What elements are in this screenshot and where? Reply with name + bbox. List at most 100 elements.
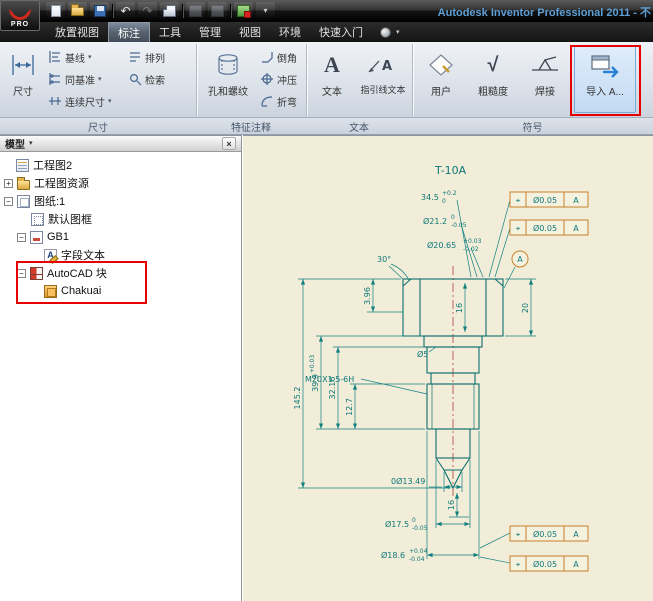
technical-drawing: T-10A 34.5 +0.2 0 Ø21.2 0 -0.05 Ø20.65 +… <box>243 136 653 601</box>
caret-down-icon: ▾ <box>263 6 267 15</box>
chamfer-label: 倒角 <box>277 50 297 65</box>
svg-text:-0.04: -0.04 <box>409 556 425 563</box>
close-panel-button[interactable]: × <box>222 137 236 150</box>
text-icon: A <box>324 49 340 81</box>
dimension-button[interactable]: 尺寸 <box>2 45 44 113</box>
svg-text:A: A <box>573 224 579 233</box>
user-symbol-button[interactable]: 用户 <box>418 45 464 113</box>
model-browser-panel: 模型 ▾ × ? 工程图2 + 工程图资源 − 图纸:1 默认图框 <box>0 135 242 601</box>
svg-text:⌖: ⌖ <box>516 560 521 569</box>
arrange-label: 排列 <box>145 50 165 65</box>
undo-button[interactable]: ↶ <box>116 2 135 19</box>
group-label-feature-notes[interactable]: 特征注释 <box>196 118 306 135</box>
text-button[interactable]: A 文本 <box>310 45 354 113</box>
user-symbol-label: 用户 <box>431 83 451 98</box>
tree-item-default-border[interactable]: 默认图框 <box>0 210 241 228</box>
group-label-dimension[interactable]: 尺寸 <box>0 118 196 135</box>
app-logo[interactable]: PRO <box>0 0 40 31</box>
save-button[interactable] <box>90 2 109 19</box>
new-file-button[interactable] <box>46 2 65 19</box>
same-datum-button[interactable]: 同基准 ▾ <box>46 69 104 89</box>
svg-text:A: A <box>573 196 579 205</box>
group-divider <box>306 44 307 116</box>
tree-item-drawing2[interactable]: 工程图2 <box>0 156 241 174</box>
tree-label: 图纸:1 <box>34 193 65 209</box>
ribbon-appearance-icon[interactable] <box>380 27 391 38</box>
bend-button[interactable]: 折弯 <box>258 91 299 111</box>
svg-text:-0.05: -0.05 <box>412 525 428 532</box>
baseline-button[interactable]: 基线 ▾ <box>46 47 94 67</box>
tab-tools[interactable]: 工具 <box>150 22 190 42</box>
open-folder-icon <box>71 7 84 16</box>
svg-text:16: 16 <box>447 500 456 510</box>
svg-text:+0.2: +0.2 <box>442 190 457 197</box>
tree-label: GB1 <box>47 231 69 243</box>
weld-symbol-button[interactable]: 焊接 <box>522 45 568 113</box>
drawing-canvas[interactable]: T-10A 34.5 +0.2 0 Ø21.2 0 -0.05 Ø20.65 +… <box>243 135 653 601</box>
tab-view[interactable]: 视图 <box>230 22 270 42</box>
browser-header[interactable]: 模型 ▾ × <box>0 136 241 152</box>
gdt-frame-3: ⌖ Ø0.05 A <box>510 526 588 541</box>
toolbar-separator <box>230 4 231 18</box>
svg-text:-0.05: -0.05 <box>451 222 467 229</box>
svg-text:0: 0 <box>412 517 416 524</box>
print-button[interactable] <box>160 2 179 19</box>
group-label-symbols[interactable]: 符号 <box>412 118 653 135</box>
browser-tree: 工程图2 + 工程图资源 − 图纸:1 默认图框 − GB1 <box>0 154 241 601</box>
tool-button-disabled-2[interactable] <box>208 2 227 19</box>
tool-button-disabled-1[interactable] <box>186 2 205 19</box>
caret-down-icon[interactable]: ▾ <box>29 140 33 147</box>
caret-down-icon: ▾ <box>108 98 112 105</box>
retrieve-button[interactable]: 检索 <box>126 69 167 89</box>
retrieve-icon <box>128 72 142 86</box>
collapse-icon[interactable]: − <box>17 233 26 242</box>
surface-roughness-icon: √ <box>488 49 499 81</box>
group-label-text[interactable]: 文本 <box>306 118 412 135</box>
title-bar: ↶ ↷ ▾ Autodesk Inventor Professional 201… <box>0 0 653 22</box>
tab-place-views[interactable]: 放置视图 <box>46 22 108 42</box>
tab-get-started[interactable]: 快速入门 <box>310 22 372 42</box>
redo-button[interactable]: ↷ <box>138 2 157 19</box>
leader-text-button[interactable]: A 指引线文本 <box>356 45 410 113</box>
chain-dimension-button[interactable]: 连续尺寸 ▾ <box>46 91 114 111</box>
caret-down-icon[interactable]: ▾ <box>396 29 400 36</box>
svg-text:-0.02: -0.02 <box>463 246 479 253</box>
svg-text:Ø0.05: Ø0.05 <box>533 529 557 539</box>
collapse-icon[interactable]: − <box>4 197 13 206</box>
material-button[interactable] <box>234 2 253 19</box>
punch-button[interactable]: 冲压 <box>258 69 299 89</box>
tab-manage[interactable]: 管理 <box>190 22 230 42</box>
svg-text:Ø21.2: Ø21.2 <box>423 216 447 226</box>
open-button[interactable] <box>68 2 87 19</box>
svg-text:A: A <box>382 59 392 74</box>
tool-icon <box>189 5 202 17</box>
caret-down-icon: ▾ <box>88 54 92 61</box>
svg-text:+0.04: +0.04 <box>409 548 428 555</box>
tree-item-drawing-resources[interactable]: + 工程图资源 <box>0 174 241 192</box>
punch-icon <box>260 72 274 86</box>
field-text-icon: A <box>44 249 57 262</box>
tab-environments[interactable]: 环境 <box>270 22 310 42</box>
weld-symbol-label: 焊接 <box>535 83 555 98</box>
weld-symbol-icon <box>530 49 560 81</box>
svg-text:Ø0.05: Ø0.05 <box>533 195 557 205</box>
surface-roughness-button[interactable]: √ 粗糙度 <box>468 45 518 113</box>
baseline-icon <box>48 50 62 64</box>
hole-thread-button[interactable]: 孔和螺纹 <box>200 45 256 113</box>
browser-title: 模型 <box>5 136 25 151</box>
svg-text:145.2: 145.2 <box>293 387 302 410</box>
arrange-button[interactable]: 排列 <box>126 47 167 67</box>
expand-icon[interactable]: + <box>4 179 13 188</box>
tab-annotate[interactable]: 标注 <box>108 22 150 42</box>
app-logo-label: PRO <box>11 21 29 28</box>
quick-access-toolbar: ↶ ↷ ▾ <box>46 2 275 19</box>
chamfer-button[interactable]: 倒角 <box>258 47 299 67</box>
svg-text:Ø5: Ø5 <box>417 349 428 359</box>
tree-item-sheet1[interactable]: − 图纸:1 <box>0 192 241 210</box>
hole-thread-icon <box>214 49 242 81</box>
svg-text:0Ø13.49: 0Ø13.49 <box>391 476 425 486</box>
dimension-text: T-10A 34.5 +0.2 0 Ø21.2 0 -0.05 Ø20.65 +… <box>293 164 530 563</box>
svg-text:A: A <box>573 560 579 569</box>
tree-item-gb1[interactable]: − GB1 <box>0 228 241 246</box>
qat-customize-button[interactable]: ▾ <box>256 2 275 19</box>
